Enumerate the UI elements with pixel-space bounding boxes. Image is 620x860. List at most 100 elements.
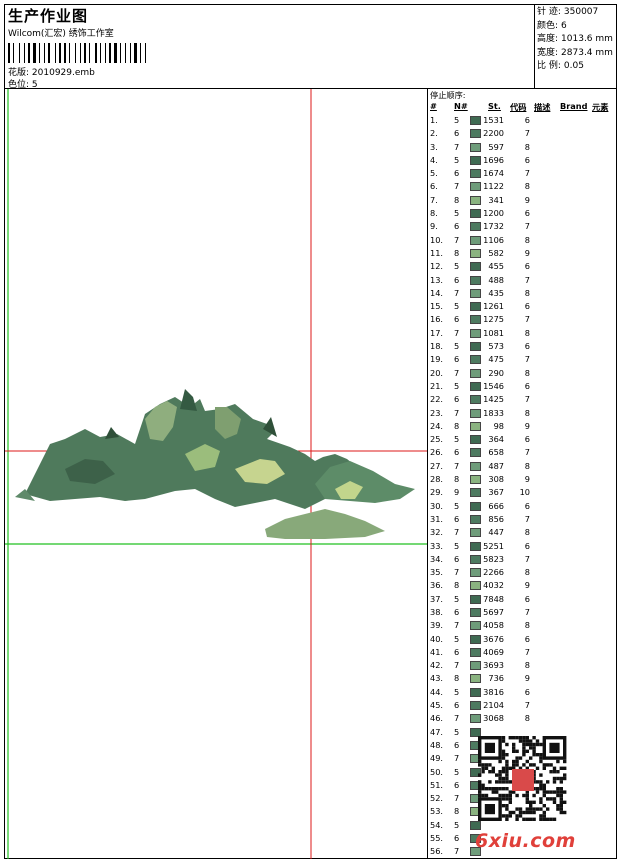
barcode-bar: [87, 43, 88, 63]
qr-module: [505, 814, 509, 818]
qr-module: [549, 797, 553, 801]
stop-number: 5.: [430, 168, 438, 179]
stop-number: 29.: [430, 487, 444, 498]
stitch-count: 1275: [483, 314, 504, 325]
barcode-bar: [125, 43, 126, 63]
qr-module: [522, 742, 526, 747]
thread-code: 8: [524, 327, 530, 338]
stop-number: 40.: [430, 633, 444, 644]
needle-number: 7: [454, 141, 460, 152]
needle-number: 6: [454, 274, 460, 285]
qr-center-seal: [512, 769, 534, 791]
thread-code: 6: [524, 633, 530, 644]
needle-number: 6: [454, 513, 460, 524]
stop-number: 13.: [430, 274, 444, 285]
stop-number: 8.: [430, 208, 438, 219]
legend-row: 30. 5 666 6: [430, 500, 616, 513]
stitch-count: 1696: [483, 154, 504, 165]
qr-module: [546, 807, 550, 811]
qr-module: [535, 766, 540, 770]
thread-code: 9: [524, 194, 530, 205]
needle-number: 7: [454, 367, 460, 378]
qr-module: [505, 780, 509, 784]
barcode-bar: [21, 43, 23, 63]
qr-module: [484, 763, 489, 767]
stop-number: 55.: [430, 833, 444, 844]
qr-module: [552, 797, 557, 801]
barcode-bar: [120, 43, 121, 63]
qr-module: [563, 759, 567, 764]
barcode-bar: [19, 43, 20, 63]
qr-module: [552, 800, 557, 804]
thread-color-swatch: [470, 528, 481, 538]
stop-number: 10.: [430, 234, 444, 245]
barcode-bar: [8, 43, 10, 63]
qr-module: [522, 810, 526, 815]
qr-module: [542, 766, 546, 770]
barcode-bar: [118, 43, 119, 63]
barcode-bar: [71, 43, 74, 63]
qr-module: [525, 807, 529, 811]
qr-module: [518, 814, 523, 818]
qr-module: [491, 787, 495, 791]
qr-module: [556, 776, 560, 781]
barcode-bar: [28, 43, 30, 63]
qr-module: [505, 773, 509, 777]
stat-row: 比 例: 0.05: [537, 60, 613, 74]
needle-number: 8: [454, 194, 460, 205]
legend-row: 40. 5 3676 6: [430, 633, 616, 646]
barcode-bar: [59, 43, 61, 63]
thread-color-swatch: [470, 594, 481, 604]
legend-row: 44. 5 3816 6: [430, 686, 616, 699]
qr-module: [532, 746, 536, 750]
barcode-bar: [13, 43, 14, 63]
needle-number: 7: [454, 287, 460, 298]
thread-color-swatch: [470, 488, 481, 498]
needle-number: 7: [454, 620, 460, 631]
stop-number: 15.: [430, 301, 444, 312]
qr-module: [512, 742, 516, 747]
thread-color-swatch: [470, 661, 481, 671]
qr-module: [501, 780, 506, 784]
qr-module: [501, 753, 506, 757]
needle-number: 8: [454, 247, 460, 258]
thread-color-swatch: [470, 368, 481, 378]
stop-number: 41.: [430, 646, 444, 657]
qr-module: [525, 800, 529, 804]
qr-module: [501, 756, 506, 760]
thread-code: 7: [524, 447, 530, 458]
legend-row: 25. 5 364 6: [430, 433, 616, 446]
stitch-count: 5823: [483, 553, 504, 564]
barcode-bar: [142, 43, 144, 63]
thread-code: 6: [524, 500, 530, 511]
barcode: [8, 43, 174, 63]
qr-module: [501, 749, 506, 753]
thread-color-swatch: [470, 647, 481, 657]
thread-color-swatch: [470, 248, 481, 258]
qr-module: [512, 736, 516, 740]
barcode-bar: [51, 43, 54, 63]
qr-module: [505, 776, 509, 781]
thread-color-swatch: [470, 501, 481, 511]
qr-module: [522, 746, 526, 750]
legend-row: 19. 6 475 7: [430, 353, 616, 366]
stitch-count: 488: [488, 274, 504, 285]
qr-module: [535, 739, 540, 743]
qr-module: [505, 763, 509, 767]
thread-code: 7: [524, 646, 530, 657]
stitch-count: 1531: [483, 115, 504, 125]
qr-module: [498, 793, 502, 798]
legend-row: 34. 6 5823 7: [430, 553, 616, 566]
stop-number: 16.: [430, 314, 444, 325]
legend-row: 10. 7 1106 8: [430, 234, 616, 247]
qr-module: [559, 797, 563, 801]
needle-number: 5: [454, 341, 460, 352]
needle-number: 5: [454, 115, 460, 125]
needle-number: 8: [454, 474, 460, 485]
qr-module: [525, 810, 529, 815]
company-name: Wilcom(汇宏) 绣饰工作室: [8, 29, 114, 39]
stitch-count: 5697: [483, 606, 504, 617]
stop-number: 6.: [430, 181, 438, 192]
qr-module: [508, 780, 512, 784]
barcode-bar: [112, 43, 113, 63]
